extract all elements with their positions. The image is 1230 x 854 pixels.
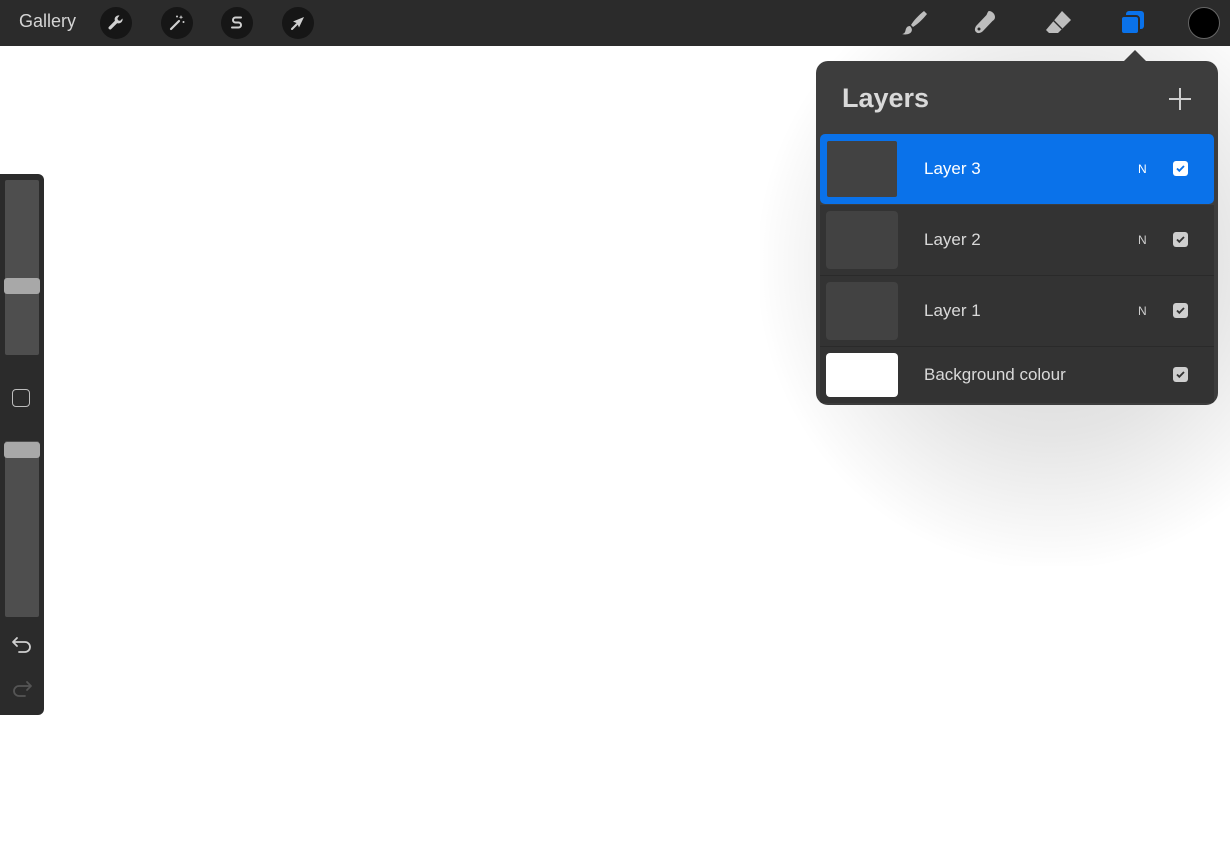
background-colour-row[interactable]: Background colour (820, 347, 1214, 403)
checkmark-icon (1176, 307, 1185, 315)
redo-icon[interactable] (11, 676, 33, 698)
wrench-icon (108, 15, 123, 30)
blend-mode-button[interactable]: N (1138, 233, 1147, 247)
plus-icon[interactable] (1166, 85, 1194, 113)
gallery-button[interactable]: Gallery (19, 11, 76, 32)
arrow-cursor-icon (291, 17, 304, 30)
checkmark-icon (1176, 165, 1185, 173)
opacity-slider[interactable] (5, 441, 39, 617)
layers-button[interactable] (1114, 5, 1150, 41)
blend-mode-button[interactable]: N (1138, 304, 1147, 318)
magic-wand-icon (169, 15, 185, 31)
top-toolbar: Gallery (0, 0, 1230, 46)
visibility-checkbox[interactable] (1173, 232, 1188, 247)
layer-name: Layer 3 (924, 159, 981, 178)
layer-thumbnail (825, 139, 899, 199)
layers-panel-title: Layers (842, 83, 930, 113)
square-modifier-icon[interactable] (12, 389, 30, 407)
color-picker-button[interactable] (1188, 7, 1220, 39)
layer-name: Layer 2 (924, 230, 981, 249)
checkmark-icon (1176, 236, 1185, 244)
layer-thumbnail (826, 282, 898, 340)
visibility-checkbox[interactable] (1173, 161, 1188, 176)
smudge-icon (974, 11, 995, 34)
visibility-checkbox[interactable] (1173, 367, 1188, 382)
brush-size-handle[interactable] (4, 278, 40, 294)
undo-icon[interactable] (11, 632, 33, 654)
adjustments-button[interactable] (161, 7, 193, 39)
layer-row-2[interactable]: Layer 2 N (820, 205, 1214, 276)
layers-icon (1120, 11, 1144, 35)
actions-button[interactable] (100, 7, 132, 39)
brush-size-slider[interactable] (5, 180, 39, 355)
smudge-button[interactable] (967, 5, 1003, 41)
transform-button[interactable] (282, 7, 314, 39)
visibility-checkbox[interactable] (1173, 303, 1188, 318)
left-sidebar (0, 174, 44, 715)
background-colour-swatch[interactable] (826, 353, 898, 397)
erase-button[interactable] (1040, 5, 1076, 41)
paint-button[interactable] (896, 5, 932, 41)
opacity-handle[interactable] (4, 442, 40, 458)
eraser-icon (1046, 11, 1071, 33)
brush-icon (902, 11, 927, 35)
selection-s-icon (231, 16, 242, 29)
blend-mode-button[interactable]: N (1138, 162, 1147, 176)
checkmark-icon (1176, 371, 1185, 379)
layer-thumbnail (826, 211, 898, 269)
layers-panel: Layers Layer 3 N Layer 2 N Layer 1 N Bac… (816, 61, 1218, 405)
layer-row-1[interactable]: Layer 1 N (820, 276, 1214, 347)
layer-row-3[interactable]: Layer 3 N (820, 134, 1214, 204)
layer-name: Layer 1 (924, 301, 981, 320)
selection-button[interactable] (221, 7, 253, 39)
layer-name: Background colour (924, 365, 1066, 384)
